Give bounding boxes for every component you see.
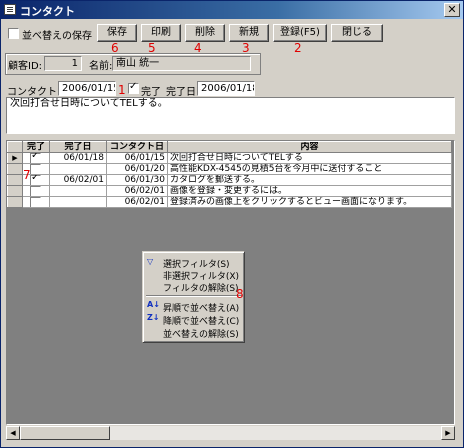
scroll-left-button[interactable]: ◀ — [6, 426, 20, 440]
row-selector[interactable] — [7, 185, 23, 197]
customer-name-field: 南山 統一 — [112, 56, 251, 71]
delete-button[interactable]: 削除 — [185, 24, 225, 42]
row-selector[interactable] — [7, 163, 23, 175]
done-date-cell[interactable]: 06/01/18 — [49, 152, 107, 164]
contact-date-cell[interactable]: 06/01/20 — [106, 163, 168, 175]
customer-id-field: 1 — [44, 56, 82, 71]
contact-date-field[interactable]: 2006/01/15 — [58, 81, 116, 96]
close-button[interactable]: 閉じる — [331, 24, 383, 42]
form-icon — [4, 4, 16, 15]
content-cell[interactable]: 画像を登録・変更するには。 — [167, 185, 452, 197]
contact-date-cell[interactable]: 06/02/01 — [106, 196, 168, 208]
done-date-cell[interactable] — [49, 185, 107, 197]
row-selector-header[interactable] — [7, 141, 23, 153]
done-date-cell[interactable]: 06/02/01 — [49, 174, 107, 186]
contact-table: 完了 完了日 コンタクト日 内容 ▶ 06/01/18 06/01/15 次回打… — [7, 141, 452, 208]
print-button[interactable]: 印刷 — [141, 24, 181, 42]
register-button[interactable]: 登録(F5) — [273, 24, 327, 42]
row-done-checkbox[interactable] — [30, 175, 41, 185]
annotation-8: 8 — [236, 287, 244, 301]
row-selector[interactable] — [7, 196, 23, 208]
contact-date-cell[interactable]: 06/01/15 — [106, 152, 168, 164]
menu-item-remove-filter[interactable]: フィルタの解除(S) — [163, 281, 239, 294]
done-checkbox[interactable] — [128, 81, 139, 94]
save-button[interactable]: 保存 — [97, 24, 137, 42]
menu-item-sort-descending[interactable]: 降順で並べ替え(C) — [163, 314, 239, 327]
column-header-done-date[interactable]: 完了日 — [49, 141, 107, 153]
done-cell[interactable] — [22, 196, 50, 208]
customer-id-label: 顧客ID: — [8, 61, 43, 72]
annotation-1: 1 — [118, 83, 126, 97]
customer-name-label: 名前: — [89, 61, 113, 72]
scroll-right-button[interactable]: ▶ — [441, 426, 455, 440]
menu-item-remove-sort[interactable]: 並べ替えの解除(S) — [163, 327, 239, 340]
column-header-contact-date[interactable]: コンタクト日 — [106, 141, 168, 153]
column-header-content[interactable]: 内容 — [167, 141, 452, 153]
row-done-checkbox[interactable] — [30, 153, 41, 163]
context-menu: ▽ 選択フィルタ(S) 非選択フィルタ(X) フィルタの解除(S) A↓ 昇順で… — [142, 251, 245, 343]
content-cell[interactable]: カタログを郵送する。 — [167, 174, 452, 186]
done-cell[interactable] — [22, 185, 50, 197]
contact-date-cell[interactable]: 06/02/01 — [106, 185, 168, 197]
contact-date-cell[interactable]: 06/01/30 — [106, 174, 168, 186]
new-button[interactable]: 新規 — [229, 24, 269, 42]
annotation-7: 7 — [23, 168, 31, 182]
row-done-checkbox[interactable] — [30, 186, 41, 196]
menu-item-sort-ascending[interactable]: 昇順で並べ替え(A) — [163, 301, 239, 314]
annotation-2: 2 — [294, 41, 302, 55]
sort-save-checkbox[interactable] — [8, 28, 19, 39]
content-cell[interactable]: 登録済みの画像上をクリックするとビュー画面になります。 — [167, 196, 452, 208]
done-date-field[interactable]: 2006/01/18 — [197, 81, 255, 96]
filter-icon: ▽ — [147, 257, 154, 266]
done-cell[interactable] — [22, 152, 50, 164]
done-date-label: 完了日 — [166, 87, 196, 98]
horizontal-scrollbar[interactable]: ◀ ▶ — [6, 425, 455, 440]
sort-save-label: 並べ替えの保存 — [22, 31, 92, 42]
title-bar[interactable]: コンタクト ✕ — [1, 1, 463, 19]
row-selector-current[interactable]: ▶ — [7, 152, 23, 164]
sort-asc-icon: A↓ — [147, 300, 160, 309]
sort-desc-icon: Z↓ — [147, 313, 160, 322]
content-cell[interactable]: 高性能KDX-4545の見積5台を今月中に送付すること — [167, 163, 452, 175]
table-row[interactable]: 06/02/01 画像を登録・変更するには。 — [7, 185, 452, 197]
done-date-cell[interactable] — [49, 196, 107, 208]
row-selector[interactable] — [7, 174, 23, 186]
contact-window: コンタクト ✕ 並べ替えの保存 保存 印刷 削除 新規 登録(F5) 閉じる 6… — [0, 0, 464, 448]
scroll-thumb[interactable] — [20, 426, 110, 440]
content-cell[interactable]: 次回打合せ日時についてTELする — [167, 152, 452, 164]
table-row[interactable]: 06/02/01 06/01/30 カタログを郵送する。 — [7, 174, 452, 186]
table-row[interactable]: 06/01/20 高性能KDX-4545の見積5台を今月中に送付すること — [7, 163, 452, 175]
done-date-cell[interactable] — [49, 163, 107, 175]
table-row[interactable]: ▶ 06/01/18 06/01/15 次回打合せ日時についてTELする — [7, 152, 452, 164]
note-textarea[interactable]: 次回打合せ日時についてTELする。 — [6, 97, 455, 134]
close-window-button[interactable]: ✕ — [444, 3, 460, 17]
table-row[interactable]: 06/02/01 登録済みの画像上をクリックするとビュー画面になります。 — [7, 196, 452, 208]
column-header-done[interactable]: 完了 — [22, 141, 50, 153]
row-done-checkbox[interactable] — [30, 197, 41, 207]
menu-separator — [146, 295, 242, 297]
done-label: 完了 — [141, 87, 161, 98]
window-title: コンタクト — [20, 5, 75, 18]
row-done-checkbox[interactable] — [30, 164, 41, 174]
